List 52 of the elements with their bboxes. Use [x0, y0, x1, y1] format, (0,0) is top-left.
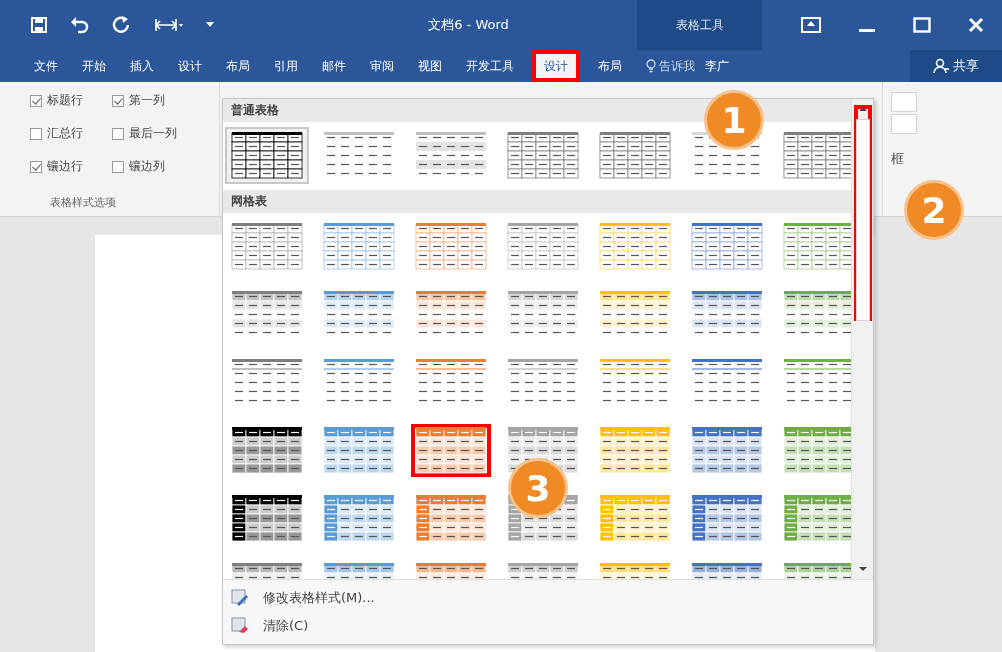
checkbox-label: 镶边行: [47, 158, 83, 175]
checkbox-label: 标题行: [47, 92, 83, 109]
ribbon-tab[interactable]: 视图: [406, 50, 454, 82]
lightbulb-icon: [646, 59, 656, 73]
ribbon-tab[interactable]: 文件: [22, 50, 70, 82]
share-button[interactable]: 共享: [910, 50, 1002, 82]
redo-icon[interactable]: [112, 16, 132, 34]
ribbon-display-icon[interactable]: [800, 17, 821, 33]
ribbon-tab[interactable]: 邮件: [310, 50, 358, 82]
save-icon[interactable]: [30, 16, 48, 34]
scroll-down-icon[interactable]: [857, 565, 868, 573]
checkbox[interactable]: [30, 160, 42, 173]
ribbon-tab[interactable]: 审阅: [358, 50, 406, 82]
close-icon[interactable]: [967, 17, 984, 33]
checkbox[interactable]: [112, 127, 124, 140]
maximize-icon[interactable]: [912, 17, 931, 33]
ribbon-tab[interactable]: 布局: [586, 50, 634, 82]
ribbon-tab[interactable]: 开始: [70, 50, 118, 82]
user-name[interactable]: 李广: [705, 57, 729, 75]
scrollbar[interactable]: [851, 99, 873, 579]
touch-mode-icon[interactable]: [154, 16, 184, 34]
undo-icon[interactable]: [70, 16, 90, 34]
tell-me-field[interactable]: 告诉我: [659, 57, 695, 75]
customize-caret-icon[interactable]: [206, 22, 214, 28]
ribbon-tab[interactable]: 布局: [214, 50, 262, 82]
ribbon-tab[interactable]: 引用: [262, 50, 310, 82]
section-header: 网格表: [223, 190, 851, 213]
eraser-table-icon: [231, 617, 249, 635]
ribbon-tab[interactable]: 设计: [166, 50, 214, 82]
checkbox-label: 最后一列: [129, 125, 177, 142]
menu-item[interactable]: 修改表格样式(M)...: [223, 584, 383, 612]
table-style-option[interactable]: [225, 127, 309, 184]
scrollbar-thumb[interactable]: [853, 105, 872, 321]
table-style-option[interactable]: [409, 422, 493, 479]
checkbox[interactable]: [112, 94, 124, 107]
menu-item[interactable]: 清除(C): [223, 612, 317, 640]
edit-table-icon: [231, 589, 249, 607]
checkbox-label: 汇总行: [47, 125, 83, 142]
checkbox[interactable]: [112, 160, 124, 173]
ribbon-tab[interactable]: 开发工具: [454, 50, 526, 82]
checkbox-label: 镶边列: [129, 158, 165, 175]
group-label: 表格样式选项: [49, 195, 117, 210]
window-title: 文档6 - Word: [427, 16, 510, 34]
checkbox[interactable]: [30, 94, 42, 107]
ribbon-label: 框: [891, 150, 904, 168]
step-callout-tooltip: 2: [904, 180, 964, 240]
ribbon-tab[interactable]: 设计: [532, 50, 580, 82]
checkbox[interactable]: [30, 127, 42, 140]
ribbon-tab[interactable]: 插入: [118, 50, 166, 82]
checkbox-label: 第一列: [129, 92, 165, 109]
person-icon: [933, 58, 949, 74]
context-tab-label: 表格工具: [637, 0, 762, 50]
